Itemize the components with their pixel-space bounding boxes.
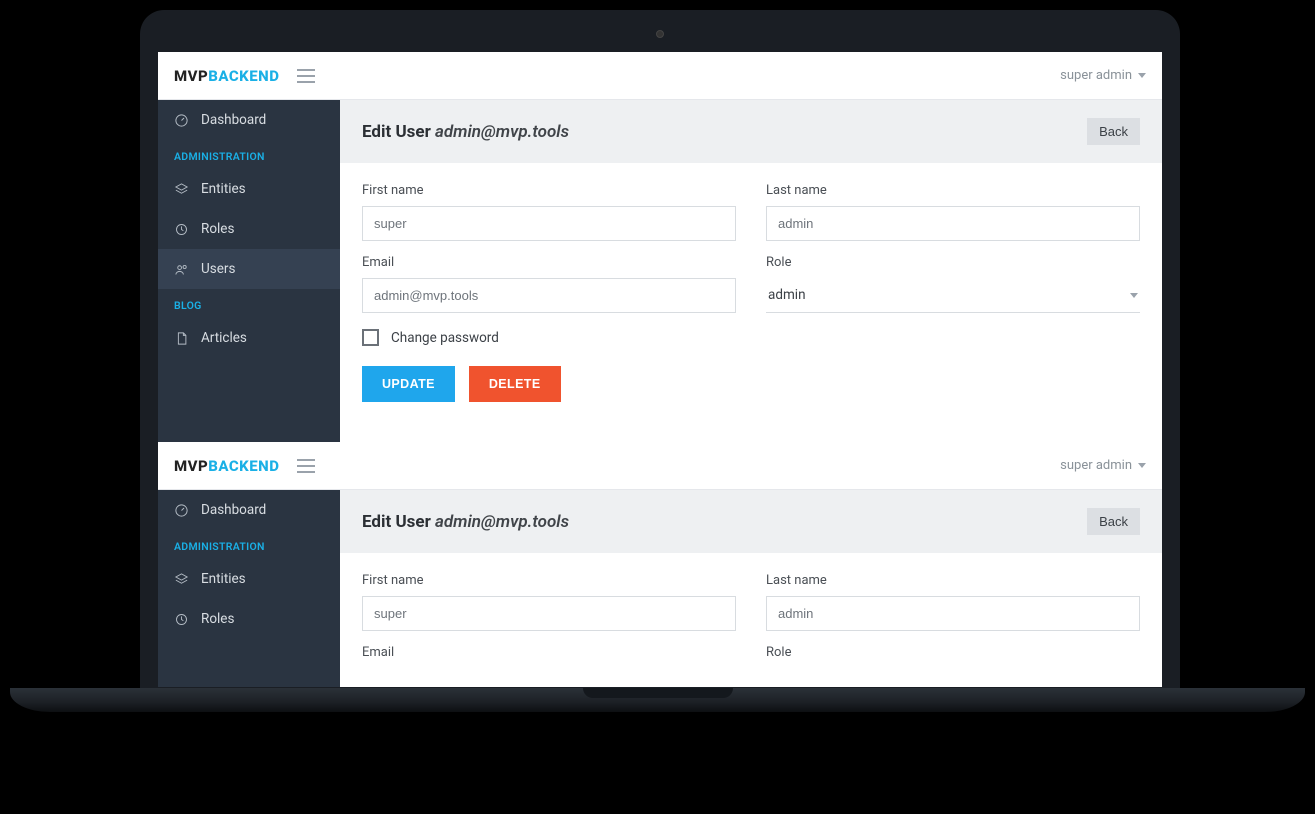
sidebar-item-label: Entities bbox=[201, 181, 246, 197]
hamburger-icon[interactable] bbox=[297, 69, 315, 83]
update-button[interactable]: UPDATE bbox=[362, 366, 455, 402]
caret-down-icon bbox=[1138, 73, 1146, 78]
sidebar-item-dashboard[interactable]: Dashboard bbox=[158, 490, 340, 530]
email-label: Email bbox=[362, 645, 736, 660]
first-name-input[interactable] bbox=[362, 596, 736, 631]
main-content: Edit User admin@mvp.tools Back First nam… bbox=[340, 100, 1162, 442]
delete-button[interactable]: DELETE bbox=[469, 366, 561, 402]
first-name-label: First name bbox=[362, 183, 736, 198]
page-title-prefix: Edit User bbox=[362, 122, 431, 142]
brand-part1: MVP bbox=[174, 67, 208, 85]
page-title-subject: admin@mvp.tools bbox=[435, 512, 569, 532]
page-title: Edit User admin@mvp.tools bbox=[362, 122, 569, 142]
page-title: Edit User admin@mvp.tools bbox=[362, 512, 569, 532]
role-select[interactable]: admin bbox=[766, 278, 1140, 313]
layers-icon bbox=[174, 182, 189, 197]
caret-down-icon bbox=[1138, 463, 1146, 468]
sidebar-section-administration: ADMINISTRATION bbox=[158, 530, 340, 559]
user-menu-label: super admin bbox=[1060, 68, 1132, 83]
caret-down-icon bbox=[1130, 293, 1138, 298]
user-menu-label: super admin bbox=[1060, 458, 1132, 473]
sidebar-item-label: Dashboard bbox=[201, 502, 266, 518]
last-name-label: Last name bbox=[766, 183, 1140, 198]
sidebar-item-articles[interactable]: Articles bbox=[158, 318, 340, 358]
app-instance-2: MVPBACKEND super admin Dash bbox=[158, 442, 1162, 687]
role-select-value: admin bbox=[768, 287, 806, 303]
email-input[interactable] bbox=[362, 278, 736, 313]
change-password-label: Change password bbox=[391, 330, 499, 346]
edit-user-form: First name Last name Email bbox=[340, 163, 1162, 428]
back-button[interactable]: Back bbox=[1087, 118, 1140, 145]
page-title-subject: admin@mvp.tools bbox=[435, 122, 569, 142]
hamburger-icon[interactable] bbox=[297, 459, 315, 473]
sidebar-item-label: Roles bbox=[201, 611, 234, 627]
page-title-prefix: Edit User bbox=[362, 512, 431, 532]
gauge-icon bbox=[174, 503, 189, 518]
topbar: MVPBACKEND super admin bbox=[158, 442, 1162, 490]
laptop-camera bbox=[656, 30, 664, 38]
user-menu[interactable]: super admin bbox=[1060, 68, 1146, 83]
brand-part2: BACKEND bbox=[208, 457, 279, 475]
laptop-notch bbox=[583, 688, 733, 698]
email-label: Email bbox=[362, 255, 736, 270]
shield-icon bbox=[174, 612, 189, 627]
back-button[interactable]: Back bbox=[1087, 508, 1140, 535]
role-label: Role bbox=[766, 645, 1140, 660]
last-name-input[interactable] bbox=[766, 206, 1140, 241]
page-header: Edit User admin@mvp.tools Back bbox=[340, 490, 1162, 553]
brand-logo[interactable]: MVPBACKEND bbox=[174, 457, 279, 475]
topbar: MVPBACKEND super admin bbox=[158, 52, 1162, 100]
sidebar-item-users[interactable]: Users bbox=[158, 249, 340, 289]
first-name-label: First name bbox=[362, 573, 736, 588]
brand-part1: MVP bbox=[174, 457, 208, 475]
sidebar-item-entities[interactable]: Entities bbox=[158, 169, 340, 209]
shield-icon bbox=[174, 222, 189, 237]
sidebar-item-roles[interactable]: Roles bbox=[158, 599, 340, 639]
first-name-input[interactable] bbox=[362, 206, 736, 241]
users-icon bbox=[174, 262, 189, 277]
app-instance-1: MVPBACKEND super admin Dash bbox=[158, 52, 1162, 442]
sidebar-item-label: Entities bbox=[201, 571, 246, 587]
sidebar-item-dashboard[interactable]: Dashboard bbox=[158, 100, 340, 140]
sidebar-item-label: Users bbox=[201, 261, 235, 277]
sidebar-item-entities[interactable]: Entities bbox=[158, 559, 340, 599]
brand-part2: BACKEND bbox=[208, 67, 279, 85]
sidebar-item-label: Roles bbox=[201, 221, 234, 237]
sidebar-section-administration: ADMINISTRATION bbox=[158, 140, 340, 169]
sidebar: Dashboard ADMINISTRATION Entities Roles bbox=[158, 490, 340, 687]
laptop-screen: MVPBACKEND super admin Dash bbox=[158, 52, 1162, 687]
sidebar-item-roles[interactable]: Roles bbox=[158, 209, 340, 249]
brand-logo[interactable]: MVPBACKEND bbox=[174, 67, 279, 85]
edit-user-form: First name Last name Email bbox=[340, 553, 1162, 687]
sidebar: Dashboard ADMINISTRATION Entities Roles bbox=[158, 100, 340, 442]
sidebar-section-blog: BLOG bbox=[158, 289, 340, 318]
role-label: Role bbox=[766, 255, 1140, 270]
sidebar-item-label: Dashboard bbox=[201, 112, 266, 128]
user-menu[interactable]: super admin bbox=[1060, 458, 1146, 473]
last-name-label: Last name bbox=[766, 573, 1140, 588]
document-icon bbox=[174, 331, 189, 346]
page-header: Edit User admin@mvp.tools Back bbox=[340, 100, 1162, 163]
layers-icon bbox=[174, 572, 189, 587]
main-content: Edit User admin@mvp.tools Back First nam… bbox=[340, 490, 1162, 687]
gauge-icon bbox=[174, 113, 189, 128]
sidebar-item-label: Articles bbox=[201, 330, 247, 346]
change-password-checkbox[interactable] bbox=[362, 329, 379, 346]
last-name-input[interactable] bbox=[766, 596, 1140, 631]
laptop-frame: MVPBACKEND super admin Dash bbox=[140, 10, 1180, 690]
